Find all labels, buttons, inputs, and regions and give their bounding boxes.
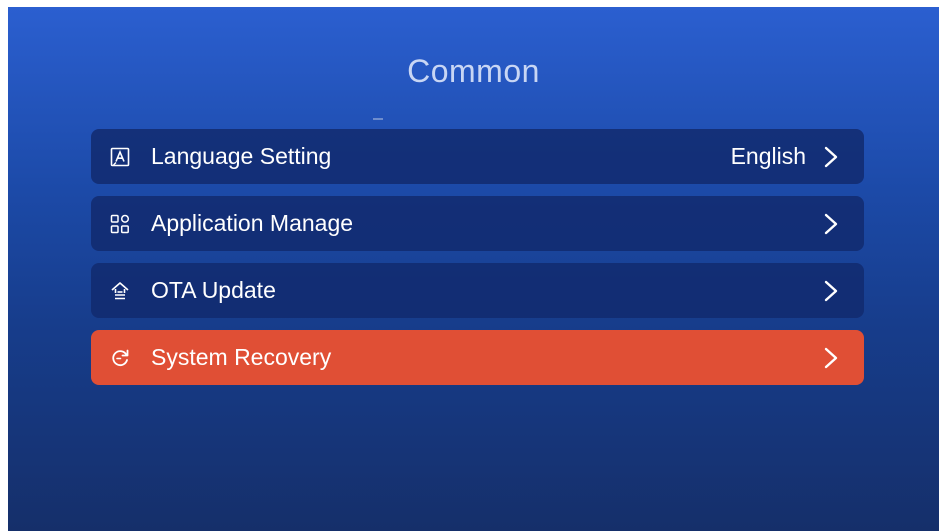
menu-item-system-recovery[interactable]: System Recovery: [91, 330, 864, 385]
apps-grid-icon: [109, 213, 131, 235]
language-value: English: [730, 143, 806, 169]
menu-item-application-manage[interactable]: Application Manage: [91, 196, 864, 251]
title-indicator: [373, 118, 383, 120]
menu-item-label: OTA Update: [151, 277, 276, 303]
menu-item-label: System Recovery: [151, 344, 332, 370]
chevron-right-icon: [824, 347, 838, 369]
language-icon: [109, 146, 131, 168]
menu-item-label: Language Setting: [151, 143, 332, 169]
recovery-icon: [109, 347, 131, 369]
menu-item-language-setting[interactable]: Language Setting English: [91, 129, 864, 184]
menu-item-ota-update[interactable]: OTA Update: [91, 263, 864, 318]
chevron-right-icon: [824, 146, 838, 168]
settings-menu: Language Setting English Application Man…: [91, 129, 864, 397]
chevron-right-icon: [824, 280, 838, 302]
page-title: Common: [407, 53, 540, 89]
menu-item-label: Application Manage: [151, 210, 354, 236]
settings-screen: Common Language Setting English Applicat…: [8, 7, 939, 531]
ota-update-icon: [109, 280, 131, 302]
chevron-right-icon: [824, 213, 838, 235]
